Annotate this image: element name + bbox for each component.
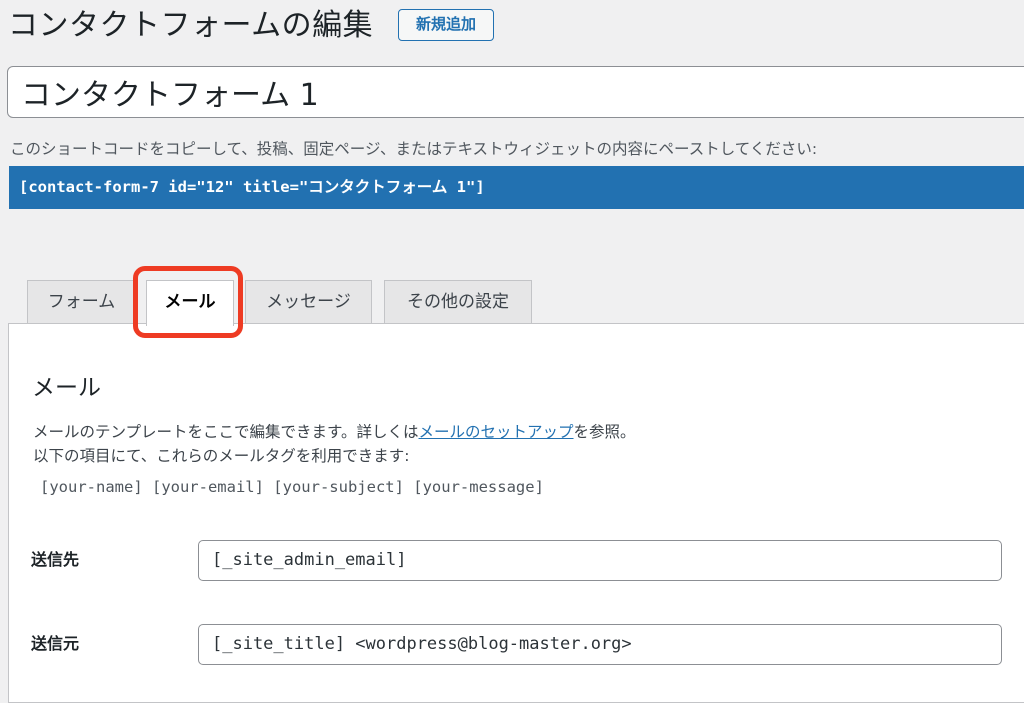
mail-description: メールのテンプレートをここで編集できます。詳しくはメールのセットアップを参照。 …	[33, 420, 636, 468]
shortcode-text[interactable]: [contact-form-7 id="12" title="コンタクトフォーム…	[9, 166, 1024, 209]
tab-form[interactable]: フォーム	[27, 280, 136, 324]
desc-text: メールのテンプレートをここで編集できます。詳しくは	[33, 423, 419, 441]
mail-setup-link[interactable]: メールのセットアップ	[419, 423, 574, 441]
from-label: 送信元	[31, 634, 80, 653]
from-field[interactable]: [_site_title] <wordpress@blog-master.org…	[198, 624, 1002, 665]
tab-additional-settings[interactable]: その他の設定	[384, 280, 532, 324]
shortcode-hint: このショートコードをコピーして、投稿、固定ページ、またはテキストウィジェットの内…	[10, 140, 818, 158]
desc-line2: 以下の項目にて、これらのメールタグを利用できます:	[33, 447, 410, 465]
highlight-annotation	[133, 266, 243, 338]
form-title-input[interactable]	[7, 66, 1024, 118]
tab-messages[interactable]: メッセージ	[245, 280, 372, 324]
section-title: メール	[32, 375, 101, 401]
desc-text-end: を参照。	[573, 423, 636, 441]
add-new-button[interactable]: 新規追加	[398, 9, 494, 41]
to-field[interactable]: [_site_admin_email]	[198, 540, 1002, 581]
page-title: コンタクトフォームの編集	[8, 8, 374, 43]
mail-tags: [your-name] [your-email] [your-subject] …	[40, 478, 544, 496]
to-label: 送信先	[31, 550, 80, 569]
